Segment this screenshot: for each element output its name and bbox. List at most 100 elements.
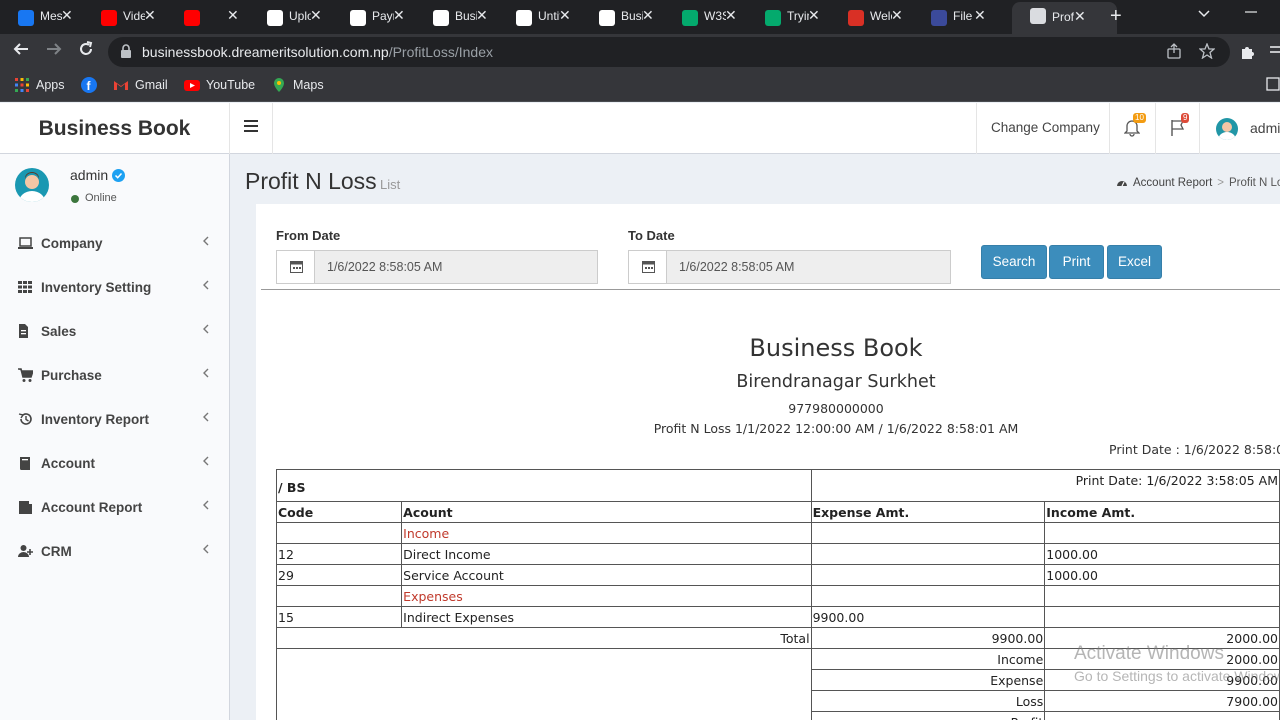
sidebar-item-label: Account bbox=[41, 456, 95, 471]
browser-tab[interactable]: Untitled✕ bbox=[498, 4, 581, 30]
sidebar-item-crm[interactable]: CRM bbox=[0, 530, 229, 574]
tab-search-icon[interactable] bbox=[1197, 6, 1211, 25]
browser-tab[interactable]: W3Schools✕ bbox=[664, 4, 747, 30]
calendar-icon[interactable] bbox=[277, 251, 315, 283]
tab-favicon-icon bbox=[931, 10, 947, 26]
browser-tab[interactable]: Trying✕ bbox=[747, 4, 830, 30]
col-expense: Expense Amt. bbox=[810, 501, 1046, 523]
close-tab-icon[interactable]: ✕ bbox=[1074, 8, 1086, 25]
close-tab-icon[interactable]: ✕ bbox=[144, 7, 156, 24]
change-company-link[interactable]: Change Company bbox=[991, 120, 1100, 135]
bs-label: / BS bbox=[276, 469, 812, 502]
sidebar-item-account-report[interactable]: Account Report bbox=[0, 486, 229, 530]
chevron-left-icon bbox=[202, 499, 210, 514]
bookmark-apps[interactable]: Apps bbox=[14, 77, 65, 93]
browser-tab[interactable]: Welcome✕ bbox=[830, 4, 913, 30]
sidebar-item-purchase[interactable]: Purchase bbox=[0, 354, 229, 398]
user-panel: admin Online bbox=[0, 154, 230, 222]
reload-icon[interactable] bbox=[77, 40, 95, 63]
close-tab-icon[interactable]: ✕ bbox=[642, 7, 654, 24]
back-icon[interactable] bbox=[12, 40, 30, 63]
header-user-name[interactable]: admin bbox=[1250, 120, 1280, 136]
maps-pin-icon bbox=[271, 77, 287, 93]
browser-tab[interactable]: Business✕ bbox=[415, 4, 498, 30]
close-tab-icon[interactable]: ✕ bbox=[476, 7, 488, 24]
sidebar-toggle-icon[interactable] bbox=[244, 120, 258, 136]
close-tab-icon[interactable]: ✕ bbox=[725, 7, 737, 24]
print-button[interactable]: Print bbox=[1049, 245, 1104, 279]
sidebar-item-account[interactable]: Account bbox=[0, 442, 229, 486]
browser-tab[interactable]: Messenger✕ bbox=[0, 4, 83, 30]
bookmark-gmail[interactable]: Gmail bbox=[113, 77, 168, 93]
forward-icon[interactable] bbox=[45, 40, 63, 63]
document-icon bbox=[18, 324, 33, 339]
share-icon[interactable] bbox=[1166, 43, 1182, 63]
browser-tab[interactable]: Video✕ bbox=[83, 4, 166, 30]
bookmark-facebook[interactable]: f bbox=[81, 77, 103, 93]
bookmark-maps[interactable]: Maps bbox=[271, 77, 324, 93]
sidebar-item-sales[interactable]: Sales bbox=[0, 310, 229, 354]
row-expense bbox=[810, 585, 1046, 607]
browser-tab[interactable]: Upload✕ bbox=[249, 4, 332, 30]
report-phone: 977980000000 bbox=[788, 401, 884, 416]
search-button[interactable]: Search bbox=[981, 245, 1047, 279]
tab-favicon-icon bbox=[350, 10, 366, 26]
bookmark-star-icon[interactable] bbox=[1198, 42, 1216, 63]
browser-tab[interactable]: Payment✕ bbox=[332, 4, 415, 30]
tab-favicon-icon bbox=[516, 10, 532, 26]
tab-title: Business bbox=[455, 9, 477, 23]
summary-value: 7900.00 bbox=[1044, 690, 1280, 712]
sidebar-user-name: admin bbox=[70, 167, 109, 183]
sidebar-item-inventory-setting[interactable]: Inventory Setting bbox=[0, 266, 229, 310]
to-date-label: To Date bbox=[628, 228, 675, 243]
col-code: Code bbox=[275, 501, 403, 523]
header-avatar[interactable] bbox=[1216, 118, 1238, 140]
from-date-field[interactable]: 1/6/2022 8:58:05 AM bbox=[276, 250, 598, 284]
close-tab-icon[interactable]: ✕ bbox=[310, 7, 322, 24]
menu-icon[interactable] bbox=[1270, 44, 1280, 64]
tab-favicon-icon bbox=[267, 10, 283, 26]
windows-watermark-text: Go to Settings to activate Windows. bbox=[1074, 668, 1280, 684]
new-tab-button[interactable]: + bbox=[1110, 5, 1122, 28]
close-tab-icon[interactable]: ✕ bbox=[808, 7, 820, 24]
close-tab-icon[interactable]: ✕ bbox=[974, 7, 986, 24]
sidebar-item-label: Company bbox=[41, 236, 103, 251]
summary-value bbox=[1044, 711, 1280, 720]
close-tab-icon[interactable]: ✕ bbox=[227, 7, 239, 24]
close-tab-icon[interactable]: ✕ bbox=[891, 7, 903, 24]
close-tab-icon[interactable]: ✕ bbox=[393, 7, 405, 24]
from-date-value[interactable]: 1/6/2022 8:58:05 AM bbox=[327, 260, 442, 274]
col-account: Acount bbox=[401, 501, 812, 523]
bookmark-youtube[interactable]: YouTube bbox=[184, 77, 255, 93]
address-bar[interactable]: businessbook.dreameritsolution.com.np/Pr… bbox=[108, 37, 1230, 67]
windows-watermark-title: Activate Windows bbox=[1074, 643, 1224, 664]
to-date-value[interactable]: 1/6/2022 8:58:05 AM bbox=[679, 260, 794, 274]
breadcrumb-item[interactable]: Account Report bbox=[1133, 177, 1212, 189]
to-date-field[interactable]: 1/6/2022 8:58:05 AM bbox=[628, 250, 951, 284]
browser-tab[interactable]: Profit✕ bbox=[1012, 2, 1117, 34]
sidebar: admin Online Company Inventory Setting Sal… bbox=[0, 154, 230, 720]
extensions-icon[interactable] bbox=[1239, 44, 1255, 64]
brand-logo[interactable]: Business Book bbox=[0, 103, 230, 154]
calendar-icon[interactable] bbox=[629, 251, 667, 283]
url-text[interactable]: businessbook.dreameritsolution.com.np/Pr… bbox=[142, 44, 493, 60]
minimize-icon[interactable] bbox=[1244, 4, 1258, 23]
excel-button[interactable]: Excel bbox=[1107, 245, 1162, 279]
summary-label: Income bbox=[810, 648, 1046, 670]
table-row: 12 Direct Income 1000.00 bbox=[275, 543, 1280, 565]
tab-title: Untitled bbox=[538, 9, 560, 23]
close-tab-icon[interactable]: ✕ bbox=[61, 7, 73, 24]
close-tab-icon[interactable]: ✕ bbox=[559, 7, 571, 24]
reading-list-icon[interactable] bbox=[1266, 77, 1280, 91]
chevron-left-icon bbox=[202, 455, 210, 470]
browser-tab[interactable]: File ✕ bbox=[913, 4, 996, 30]
browser-tab[interactable]: Business✕ bbox=[581, 4, 664, 30]
page-subtitle: List bbox=[380, 177, 401, 192]
sidebar-item-company[interactable]: Company bbox=[0, 222, 229, 266]
sidebar-item-inventory-report[interactable]: Inventory Report bbox=[0, 398, 229, 442]
lock-icon[interactable] bbox=[120, 44, 132, 58]
avatar bbox=[15, 168, 49, 202]
row-income: 1000.00 bbox=[1044, 543, 1280, 565]
browser-tab[interactable]: ✕ bbox=[166, 4, 249, 30]
online-status: Online bbox=[85, 192, 117, 204]
